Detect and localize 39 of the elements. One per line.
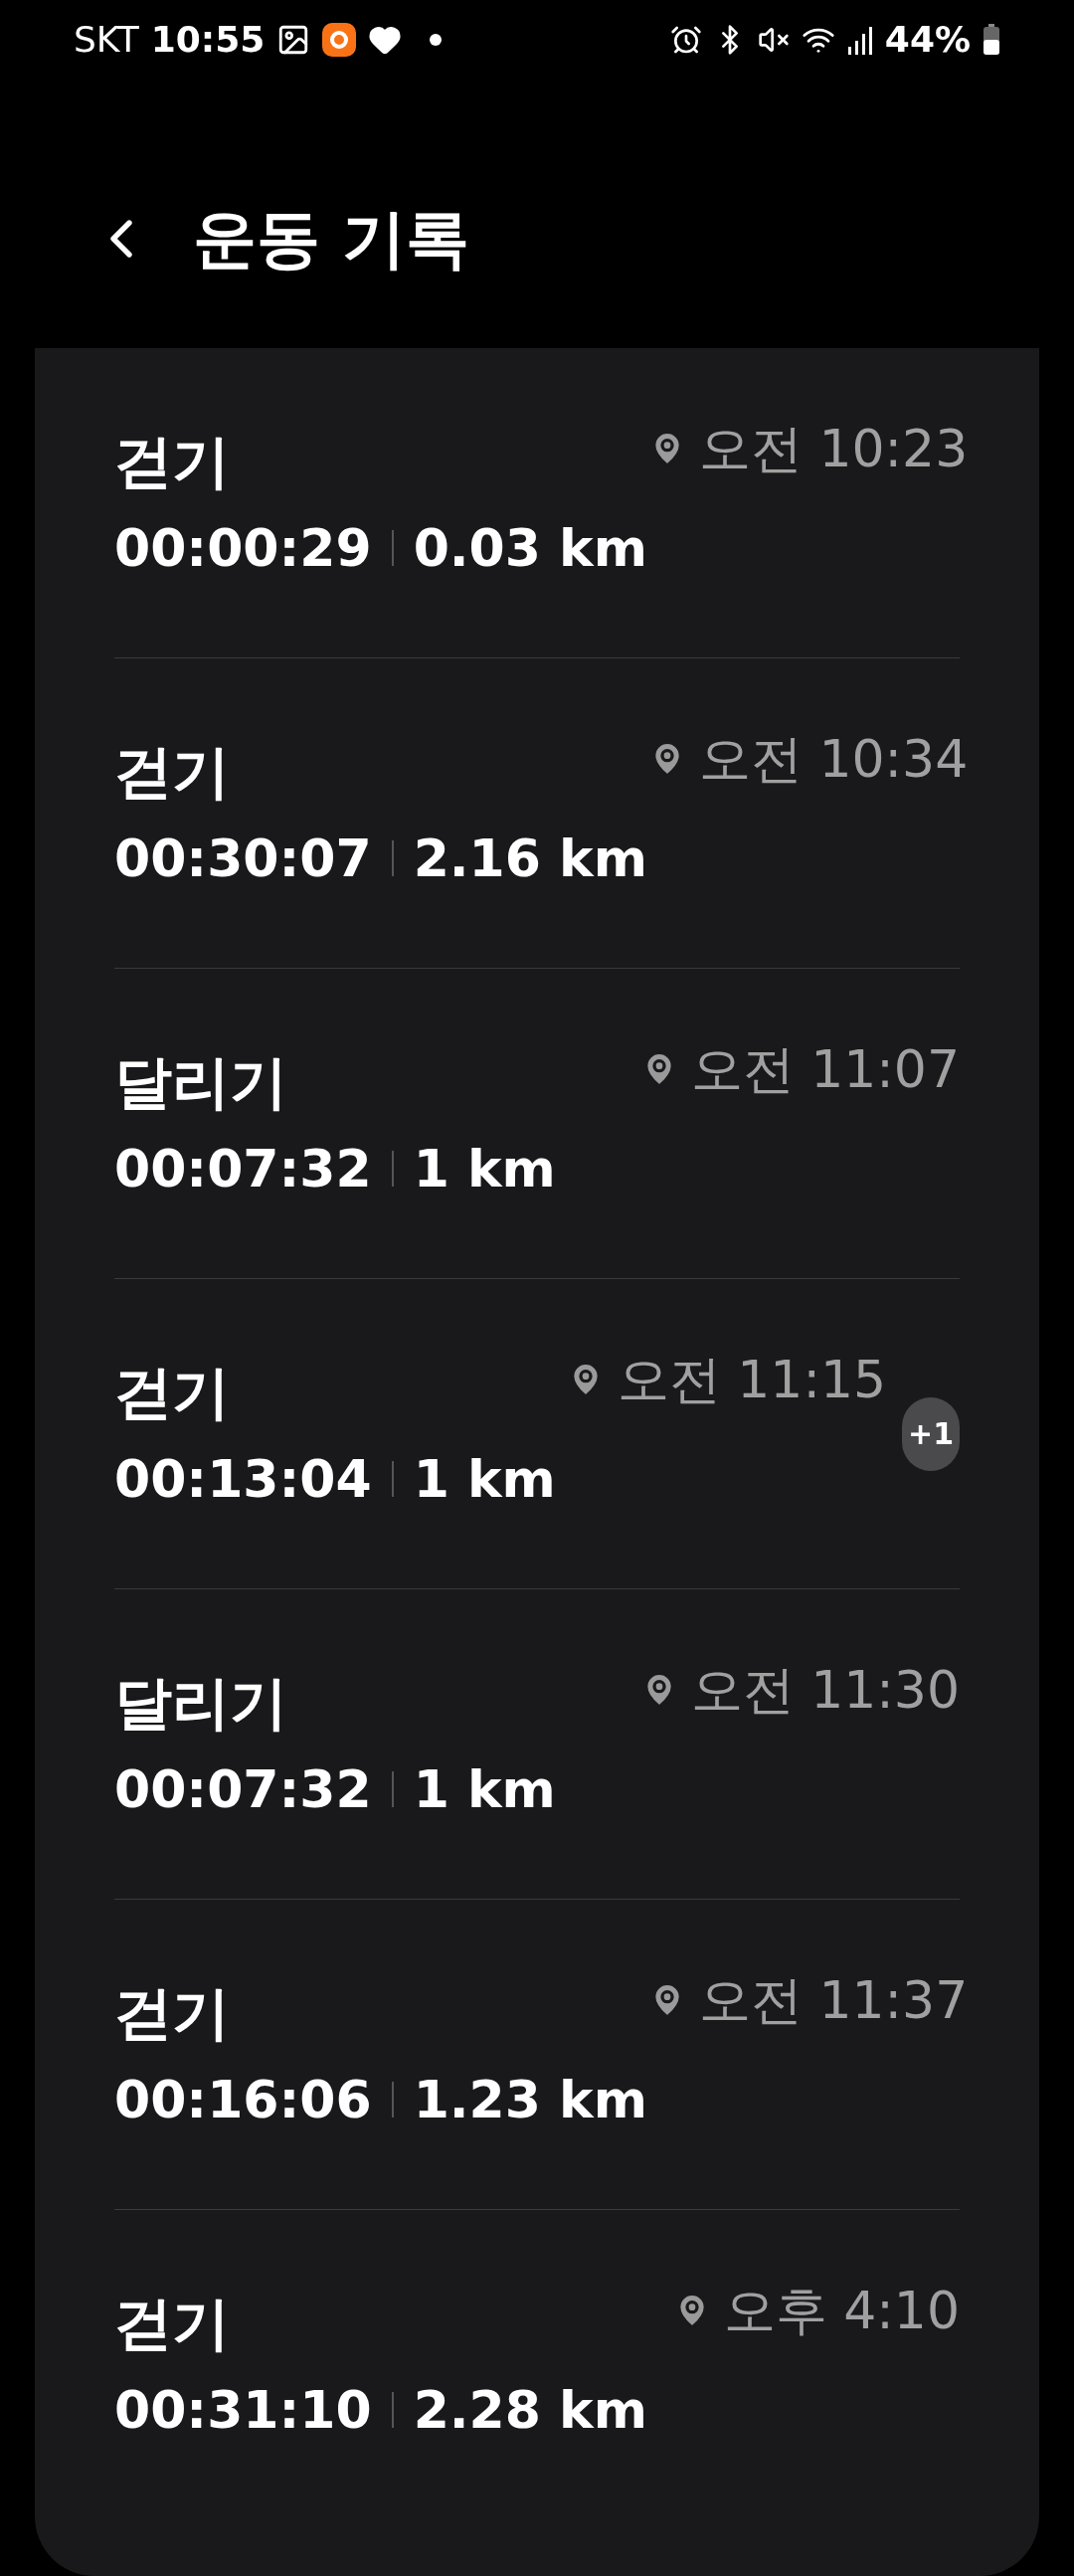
record-time: 오전 11:30: [690, 1659, 960, 1722]
duration: 00:30:07: [114, 827, 372, 890]
duration: 00:16:06: [114, 2068, 372, 2131]
activity-name: 달리기: [114, 1046, 288, 1117]
activity-name: 걷기: [114, 426, 231, 496]
battery-percent: 44%: [884, 18, 971, 62]
page-title: 운동 기록: [193, 201, 470, 277]
distance: 1 km: [413, 1757, 556, 1821]
app-icon: [322, 23, 357, 57]
activity-name: 걷기: [114, 736, 231, 807]
duration: 00:07:32: [114, 1757, 372, 1821]
signal-icon: [846, 25, 873, 55]
distance: 1.23 km: [413, 2068, 647, 2131]
duration: 00:00:29: [114, 516, 372, 580]
record-row[interactable]: 달리기 00:07:32 1 km 오전 11:30: [114, 1589, 960, 1900]
activity-name: 걷기: [114, 1357, 231, 1427]
carrier: SKT: [74, 18, 139, 62]
record-time: 오전 11:07: [690, 1038, 960, 1101]
record-time: 오전 10:34: [698, 728, 969, 791]
distance: 2.16 km: [413, 827, 647, 890]
record-row[interactable]: 걷기 00:13:04 1 km 오전 11:15 +1: [114, 1279, 960, 1589]
activity-name: 달리기: [114, 1667, 288, 1738]
record-row[interactable]: 달리기 00:07:32 1 km 오전 11:07: [114, 969, 960, 1279]
distance: 0.03 km: [413, 516, 647, 580]
activity-name: 걷기: [114, 2289, 231, 2358]
activity-name: 걷기: [114, 1977, 231, 2048]
record-time: 오후 4:10: [723, 2280, 960, 2342]
duration: 00:07:32: [114, 1137, 372, 1200]
duration: 00:13:04: [114, 1447, 372, 1511]
distance: 1 km: [413, 1447, 556, 1511]
battery-icon: [983, 24, 1000, 56]
distance: 1 km: [413, 1137, 556, 1200]
duration: 00:31:10: [114, 2379, 372, 2442]
distance: 2.28 km: [413, 2379, 647, 2442]
record-time: 오전 11:15: [617, 1349, 887, 1411]
clock: 10:55: [150, 18, 266, 62]
count-badge: +1: [902, 1396, 960, 1471]
alarm-icon: [669, 24, 702, 56]
record-row[interactable]: 걷기 00:31:10 2.28 km 오후 4:10: [114, 2210, 960, 2520]
